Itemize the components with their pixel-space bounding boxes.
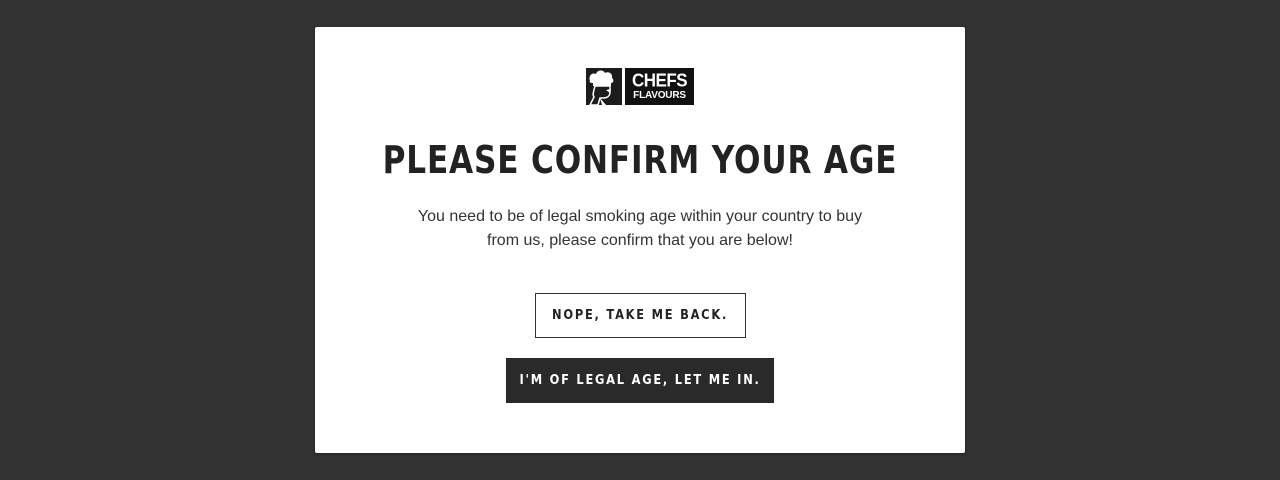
logo-wordmark: CHEFS FLAVOURS [625,68,694,105]
chefs-flavours-logo: CHEFS FLAVOURS [586,68,694,105]
logo-line-flavours: FLAVOURS [633,90,686,101]
age-verification-modal: CHEFS FLAVOURS PLEASE CONFIRM YOUR AGE Y… [315,27,965,453]
decline-button[interactable]: NOPE, TAKE ME BACK. [535,293,746,338]
logo-line-chefs: CHEFS [631,70,688,91]
modal-title: PLEASE CONFIRM YOUR AGE [382,138,898,182]
decline-button-label: NOPE, TAKE ME BACK. [552,308,729,323]
modal-message: You need to be of legal smoking age with… [417,208,863,249]
accept-button[interactable]: I'M OF LEGAL AGE, LET ME IN. [506,358,774,403]
page-overlay: CHEFS FLAVOURS PLEASE CONFIRM YOUR AGE Y… [0,0,1280,480]
chef-head-icon [586,68,622,105]
accept-button-label: I'M OF LEGAL AGE, LET ME IN. [519,373,761,388]
